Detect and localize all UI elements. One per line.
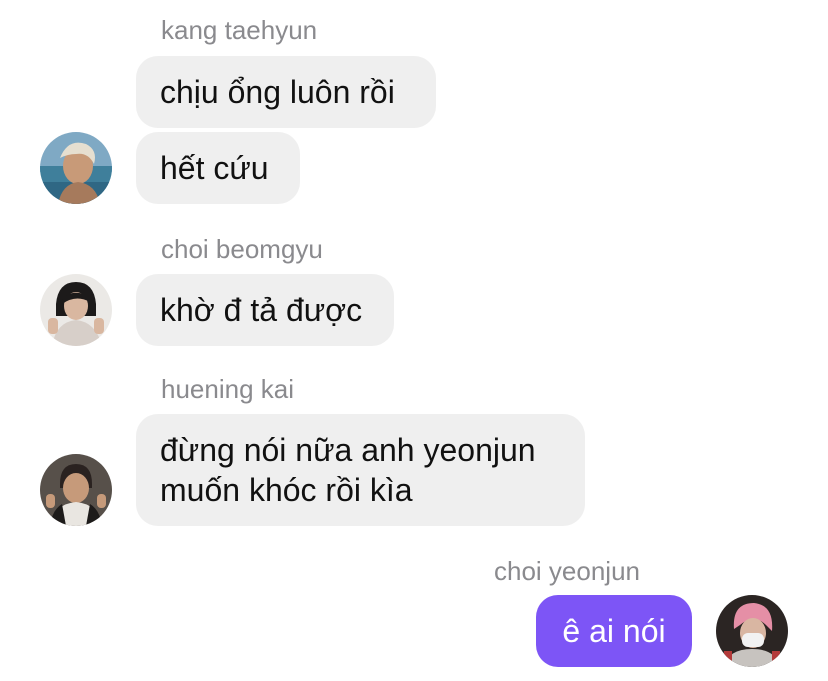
avatar[interactable] xyxy=(40,274,112,346)
user-avatar-icon xyxy=(716,595,788,667)
message-text: khờ đ tả được xyxy=(160,292,363,328)
message-bubble[interactable]: ê ai nói xyxy=(536,595,692,667)
message-bubble[interactable]: chịu ổng luôn rồi xyxy=(136,56,436,128)
user-avatar-icon xyxy=(40,454,112,526)
message-text: muốn khóc rồi kìa xyxy=(160,472,413,508)
message-bubble[interactable]: khờ đ tả được xyxy=(136,274,394,346)
message-text: đừng nói nữa anh yeonjun xyxy=(160,432,536,468)
avatar[interactable] xyxy=(716,595,788,667)
sender-name: choi yeonjun xyxy=(494,556,640,586)
sender-name: choi beomgyu xyxy=(161,234,323,264)
sender-name: kang taehyun xyxy=(161,15,318,45)
message-bubble[interactable]: đừng nói nữa anh yeonjun muốn khóc rồi k… xyxy=(136,414,585,526)
user-avatar-icon xyxy=(40,274,112,346)
avatar[interactable] xyxy=(40,454,112,526)
message-text: chịu ổng luôn rồi xyxy=(160,74,395,110)
message-bubble[interactable]: hết cứu xyxy=(136,132,300,204)
user-avatar-icon xyxy=(40,132,112,204)
message-text: ê ai nói xyxy=(562,613,666,649)
avatar[interactable] xyxy=(40,132,112,204)
message-text: hết cứu xyxy=(160,150,269,186)
sender-name: huening kai xyxy=(161,374,294,404)
